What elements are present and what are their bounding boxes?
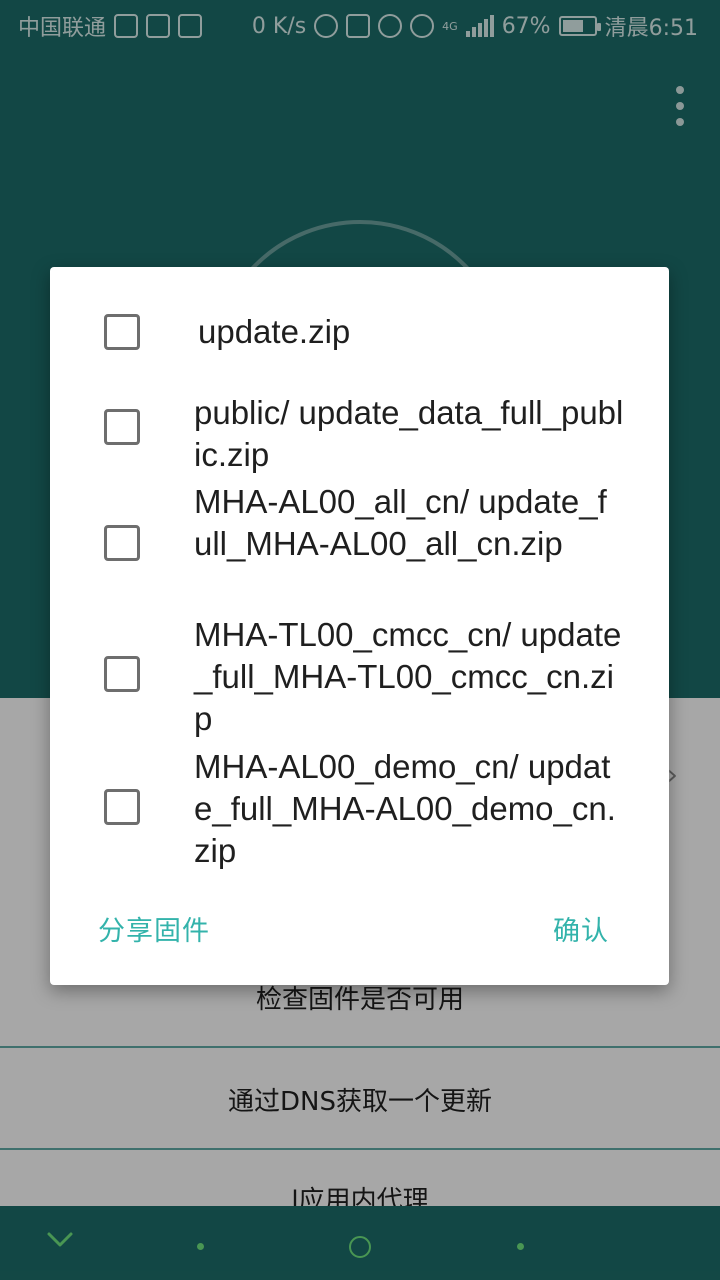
checkbox[interactable] [104, 656, 140, 692]
checkbox[interactable] [104, 525, 140, 561]
option-label: public/ update_data_full_public.zip [194, 394, 624, 473]
option-label: MHA-AL00_all_cn/ update_full_MHA-AL00_al… [194, 483, 607, 562]
confirm-button[interactable]: 确认 [553, 909, 609, 948]
checkbox[interactable] [104, 789, 140, 825]
firmware-select-dialog: update.zip public/ update_data_full_publ… [50, 267, 669, 985]
checkbox[interactable] [104, 314, 140, 350]
option-label: MHA-AL00_demo_cn/ update_full_MHA-AL00_d… [194, 748, 616, 869]
checkbox[interactable] [104, 409, 140, 445]
share-firmware-button[interactable]: 分享固件 [98, 909, 210, 948]
option-label: update.zip [198, 313, 351, 350]
option-label: MHA-TL00_cmcc_cn/ update_full_MHA-TL00_c… [194, 616, 622, 737]
option-update-zip[interactable]: update.zip [50, 312, 669, 352]
